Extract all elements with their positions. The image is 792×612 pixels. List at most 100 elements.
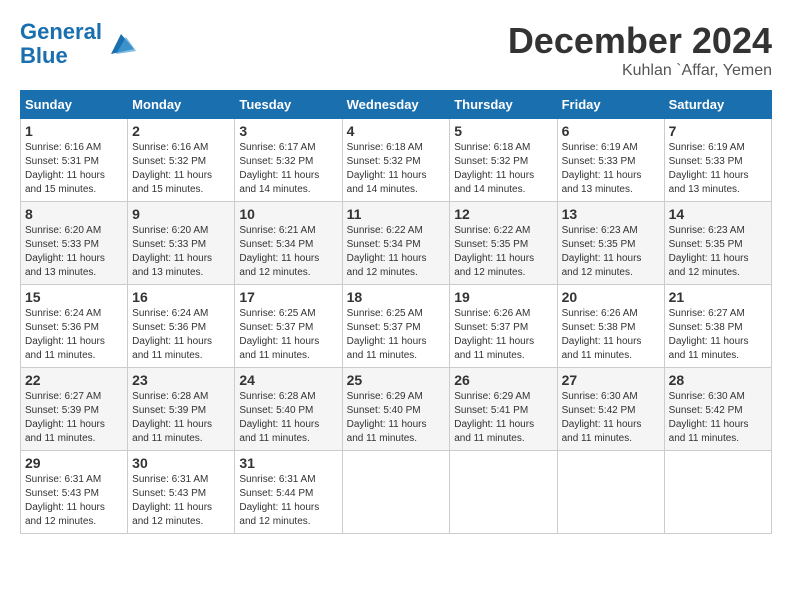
calendar-cell: 2 Sunrise: 6:16 AMSunset: 5:32 PMDayligh…	[128, 119, 235, 202]
calendar-cell: 22 Sunrise: 6:27 AMSunset: 5:39 PMDaylig…	[21, 368, 128, 451]
calendar-cell	[450, 451, 557, 534]
day-number: 8	[25, 206, 123, 222]
day-info: Sunrise: 6:18 AMSunset: 5:32 PMDaylight:…	[454, 141, 552, 197]
day-info: Sunrise: 6:30 AMSunset: 5:42 PMDaylight:…	[669, 390, 767, 446]
day-number: 26	[454, 372, 552, 388]
calendar-row: 15 Sunrise: 6:24 AMSunset: 5:36 PMDaylig…	[21, 285, 772, 368]
day-info: Sunrise: 6:31 AMSunset: 5:43 PMDaylight:…	[132, 473, 230, 529]
calendar-body: 1 Sunrise: 6:16 AMSunset: 5:31 PMDayligh…	[21, 119, 772, 534]
day-info: Sunrise: 6:24 AMSunset: 5:36 PMDaylight:…	[25, 307, 123, 363]
day-number: 18	[347, 289, 446, 305]
calendar-cell: 9 Sunrise: 6:20 AMSunset: 5:33 PMDayligh…	[128, 202, 235, 285]
day-number: 3	[239, 123, 337, 139]
day-info: Sunrise: 6:30 AMSunset: 5:42 PMDaylight:…	[562, 390, 660, 446]
calendar-row: 22 Sunrise: 6:27 AMSunset: 5:39 PMDaylig…	[21, 368, 772, 451]
col-tuesday: Tuesday	[235, 91, 342, 119]
calendar-cell: 31 Sunrise: 6:31 AMSunset: 5:44 PMDaylig…	[235, 451, 342, 534]
day-info: Sunrise: 6:22 AMSunset: 5:34 PMDaylight:…	[347, 224, 446, 280]
day-info: Sunrise: 6:28 AMSunset: 5:40 PMDaylight:…	[239, 390, 337, 446]
day-info: Sunrise: 6:25 AMSunset: 5:37 PMDaylight:…	[347, 307, 446, 363]
day-number: 1	[25, 123, 123, 139]
day-info: Sunrise: 6:16 AMSunset: 5:31 PMDaylight:…	[25, 141, 123, 197]
day-info: Sunrise: 6:31 AMSunset: 5:43 PMDaylight:…	[25, 473, 123, 529]
calendar-cell: 25 Sunrise: 6:29 AMSunset: 5:40 PMDaylig…	[342, 368, 450, 451]
day-info: Sunrise: 6:22 AMSunset: 5:35 PMDaylight:…	[454, 224, 552, 280]
day-number: 5	[454, 123, 552, 139]
calendar-row: 1 Sunrise: 6:16 AMSunset: 5:31 PMDayligh…	[21, 119, 772, 202]
calendar-table: Sunday Monday Tuesday Wednesday Thursday…	[20, 90, 772, 534]
day-info: Sunrise: 6:17 AMSunset: 5:32 PMDaylight:…	[239, 141, 337, 197]
day-info: Sunrise: 6:24 AMSunset: 5:36 PMDaylight:…	[132, 307, 230, 363]
day-number: 28	[669, 372, 767, 388]
calendar-cell: 10 Sunrise: 6:21 AMSunset: 5:34 PMDaylig…	[235, 202, 342, 285]
weekday-header-row: Sunday Monday Tuesday Wednesday Thursday…	[21, 91, 772, 119]
calendar-cell: 30 Sunrise: 6:31 AMSunset: 5:43 PMDaylig…	[128, 451, 235, 534]
calendar-row: 29 Sunrise: 6:31 AMSunset: 5:43 PMDaylig…	[21, 451, 772, 534]
day-info: Sunrise: 6:19 AMSunset: 5:33 PMDaylight:…	[562, 141, 660, 197]
calendar-cell: 15 Sunrise: 6:24 AMSunset: 5:36 PMDaylig…	[21, 285, 128, 368]
day-info: Sunrise: 6:20 AMSunset: 5:33 PMDaylight:…	[132, 224, 230, 280]
day-number: 30	[132, 455, 230, 471]
calendar-cell: 19 Sunrise: 6:26 AMSunset: 5:37 PMDaylig…	[450, 285, 557, 368]
day-info: Sunrise: 6:27 AMSunset: 5:39 PMDaylight:…	[25, 390, 123, 446]
day-number: 17	[239, 289, 337, 305]
calendar-cell: 29 Sunrise: 6:31 AMSunset: 5:43 PMDaylig…	[21, 451, 128, 534]
day-number: 15	[25, 289, 123, 305]
logo-general: General	[20, 19, 102, 44]
day-number: 14	[669, 206, 767, 222]
col-saturday: Saturday	[664, 91, 771, 119]
calendar-cell: 8 Sunrise: 6:20 AMSunset: 5:33 PMDayligh…	[21, 202, 128, 285]
day-number: 16	[132, 289, 230, 305]
calendar-cell: 17 Sunrise: 6:25 AMSunset: 5:37 PMDaylig…	[235, 285, 342, 368]
day-number: 7	[669, 123, 767, 139]
calendar-cell: 23 Sunrise: 6:28 AMSunset: 5:39 PMDaylig…	[128, 368, 235, 451]
calendar-cell	[557, 451, 664, 534]
day-info: Sunrise: 6:21 AMSunset: 5:34 PMDaylight:…	[239, 224, 337, 280]
day-number: 10	[239, 206, 337, 222]
calendar-cell: 6 Sunrise: 6:19 AMSunset: 5:33 PMDayligh…	[557, 119, 664, 202]
day-info: Sunrise: 6:29 AMSunset: 5:40 PMDaylight:…	[347, 390, 446, 446]
day-info: Sunrise: 6:31 AMSunset: 5:44 PMDaylight:…	[239, 473, 337, 529]
col-friday: Friday	[557, 91, 664, 119]
day-info: Sunrise: 6:16 AMSunset: 5:32 PMDaylight:…	[132, 141, 230, 197]
day-info: Sunrise: 6:23 AMSunset: 5:35 PMDaylight:…	[669, 224, 767, 280]
month-title: December 2024	[508, 20, 772, 62]
day-info: Sunrise: 6:19 AMSunset: 5:33 PMDaylight:…	[669, 141, 767, 197]
day-number: 13	[562, 206, 660, 222]
page-header: General Blue December 2024 Kuhlan `Affar…	[20, 20, 772, 80]
location-title: Kuhlan `Affar, Yemen	[508, 62, 772, 80]
logo-blue: Blue	[20, 43, 68, 68]
day-number: 24	[239, 372, 337, 388]
col-thursday: Thursday	[450, 91, 557, 119]
calendar-cell: 7 Sunrise: 6:19 AMSunset: 5:33 PMDayligh…	[664, 119, 771, 202]
day-number: 23	[132, 372, 230, 388]
day-info: Sunrise: 6:26 AMSunset: 5:38 PMDaylight:…	[562, 307, 660, 363]
day-number: 22	[25, 372, 123, 388]
calendar-cell: 28 Sunrise: 6:30 AMSunset: 5:42 PMDaylig…	[664, 368, 771, 451]
logo-text: General Blue	[20, 20, 102, 68]
day-info: Sunrise: 6:28 AMSunset: 5:39 PMDaylight:…	[132, 390, 230, 446]
day-number: 12	[454, 206, 552, 222]
calendar-cell: 4 Sunrise: 6:18 AMSunset: 5:32 PMDayligh…	[342, 119, 450, 202]
day-number: 27	[562, 372, 660, 388]
calendar-cell	[342, 451, 450, 534]
day-number: 31	[239, 455, 337, 471]
calendar-cell	[664, 451, 771, 534]
calendar-cell: 1 Sunrise: 6:16 AMSunset: 5:31 PMDayligh…	[21, 119, 128, 202]
calendar-cell: 24 Sunrise: 6:28 AMSunset: 5:40 PMDaylig…	[235, 368, 342, 451]
day-number: 6	[562, 123, 660, 139]
day-number: 20	[562, 289, 660, 305]
calendar-cell: 21 Sunrise: 6:27 AMSunset: 5:38 PMDaylig…	[664, 285, 771, 368]
calendar-cell: 27 Sunrise: 6:30 AMSunset: 5:42 PMDaylig…	[557, 368, 664, 451]
day-info: Sunrise: 6:26 AMSunset: 5:37 PMDaylight:…	[454, 307, 552, 363]
calendar-cell: 12 Sunrise: 6:22 AMSunset: 5:35 PMDaylig…	[450, 202, 557, 285]
calendar-cell: 11 Sunrise: 6:22 AMSunset: 5:34 PMDaylig…	[342, 202, 450, 285]
calendar-cell: 13 Sunrise: 6:23 AMSunset: 5:35 PMDaylig…	[557, 202, 664, 285]
calendar-header: Sunday Monday Tuesday Wednesday Thursday…	[21, 91, 772, 119]
day-number: 4	[347, 123, 446, 139]
calendar-cell: 26 Sunrise: 6:29 AMSunset: 5:41 PMDaylig…	[450, 368, 557, 451]
day-number: 25	[347, 372, 446, 388]
day-info: Sunrise: 6:25 AMSunset: 5:37 PMDaylight:…	[239, 307, 337, 363]
calendar-cell: 18 Sunrise: 6:25 AMSunset: 5:37 PMDaylig…	[342, 285, 450, 368]
col-monday: Monday	[128, 91, 235, 119]
